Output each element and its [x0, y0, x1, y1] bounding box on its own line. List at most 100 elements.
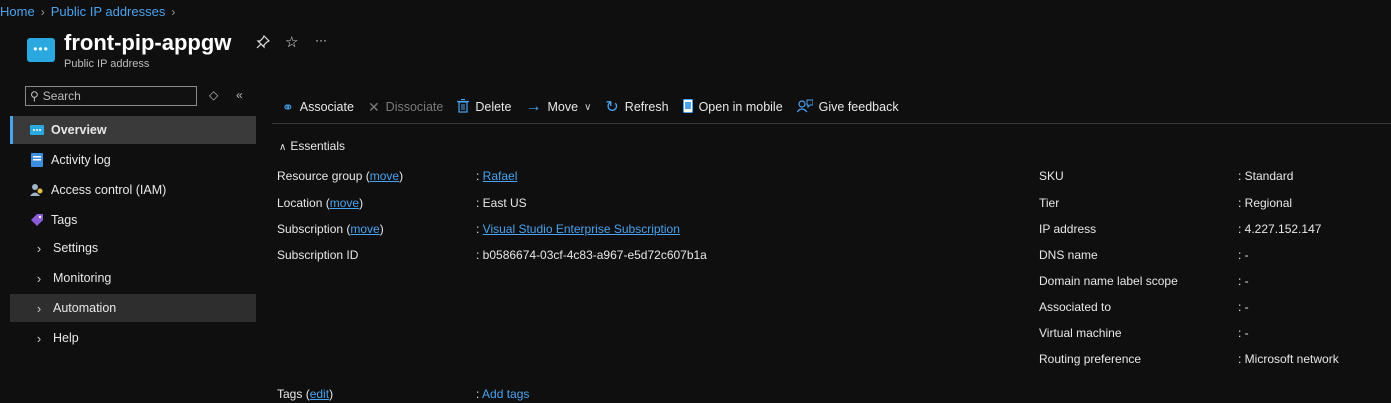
ip-address-label: IP address: [1039, 222, 1097, 236]
delete-button[interactable]: Delete: [457, 98, 512, 116]
sidebar-search[interactable]: ⚲: [25, 86, 197, 106]
chevron-right-icon: ›: [36, 300, 42, 316]
sidebar-item-label: Settings: [53, 241, 99, 255]
give-feedback-label: Give feedback: [818, 100, 899, 114]
resource-group-label: Resource group (move): [277, 169, 404, 183]
associated-to-value: : -: [1238, 300, 1249, 314]
sidebar-item-label: Tags: [51, 213, 78, 227]
sidebar-item-activity-log[interactable]: Activity log: [10, 146, 256, 174]
subscription-link[interactable]: Visual Studio Enterprise Subscription: [483, 222, 680, 236]
dissociate-label: Dissociate: [385, 100, 444, 114]
sidebar-item-label: Access control (IAM): [51, 183, 167, 197]
trash-icon: [457, 98, 470, 116]
tier-text: Regional: [1244, 196, 1293, 210]
routing-preference-value: : Microsoft network: [1238, 352, 1339, 366]
essentials-label: Essentials: [290, 139, 346, 153]
ip-address-text: 4.227.152.147: [1244, 222, 1322, 236]
sidebar-item-help[interactable]: › Help: [10, 324, 256, 352]
search-input[interactable]: [42, 89, 183, 103]
star-icon[interactable]: ☆: [285, 33, 298, 51]
tags-label: Tags (edit): [277, 387, 334, 401]
page-title: front-pip-appgw: [64, 30, 232, 55]
open-in-mobile-button[interactable]: Open in mobile: [682, 98, 783, 116]
resource-group-value: : Rafael: [476, 169, 518, 183]
subscription-label: Subscription (move): [277, 222, 384, 236]
chevron-right-icon: ›: [36, 270, 42, 286]
move-label: Move: [547, 100, 579, 114]
sidebar-nav: Overview Activity log Access control (IA…: [10, 116, 256, 352]
open-in-mobile-label: Open in mobile: [698, 100, 783, 114]
overview-icon: [30, 123, 44, 137]
label-text: Resource group: [277, 169, 363, 183]
move-button[interactable]: → Move ∨: [525, 98, 591, 116]
location-value: : East US: [476, 196, 527, 210]
subscription-id-value: : b0586674-03cf-4c83-a967-e5d72c607b1a: [476, 248, 707, 262]
chevron-down-icon: ∨: [584, 101, 592, 113]
more-options-icon[interactable]: ···: [315, 33, 327, 47]
sidebar-item-label: Activity log: [51, 153, 111, 167]
label-text: Subscription: [277, 222, 344, 236]
ip-address-value: : 4.227.152.147: [1238, 222, 1322, 236]
routing-preference-text: Microsoft network: [1244, 352, 1339, 366]
tag-icon: [30, 213, 44, 227]
label-text: Location: [277, 196, 323, 210]
collapse-sidebar-icon[interactable]: «: [236, 88, 243, 102]
link-icon: ⚭: [282, 98, 294, 115]
add-tags-link[interactable]: Add tags: [482, 387, 529, 401]
resource-group-link[interactable]: Rafael: [483, 169, 518, 183]
pin-icon[interactable]: [256, 34, 271, 53]
associate-button[interactable]: ⚭ Associate: [282, 99, 354, 116]
location-text: East US: [482, 196, 527, 210]
command-bar: ⚭ Associate ✕ Dissociate Delete → Move ∨…: [282, 96, 913, 118]
tier-label: Tier: [1039, 196, 1060, 210]
close-icon: ✕: [367, 98, 380, 115]
domain-name-label-scope-value: : -: [1238, 274, 1249, 288]
sidebar-item-label: Overview: [51, 123, 107, 137]
resource-group-move-link[interactable]: move: [370, 169, 399, 183]
give-feedback-button[interactable]: Give feedback: [796, 99, 899, 116]
dns-name-label: DNS name: [1039, 248, 1098, 262]
sidebar-item-tags[interactable]: Tags: [10, 206, 256, 234]
expand-collapse-icon[interactable]: ◇: [209, 88, 218, 102]
sidebar-item-monitoring[interactable]: › Monitoring: [10, 264, 256, 292]
sidebar-item-automation[interactable]: › Automation: [10, 294, 256, 322]
sku-label: SKU: [1039, 169, 1064, 183]
sku-text: Standard: [1244, 169, 1294, 183]
chevron-right-icon: ›: [36, 240, 42, 256]
chevron-right-icon: ›: [171, 4, 176, 19]
search-icon: ⚲: [30, 89, 39, 103]
location-move-link[interactable]: move: [330, 196, 359, 210]
chevron-right-icon: ›: [40, 4, 45, 19]
refresh-button[interactable]: ↻ Refresh: [605, 97, 668, 117]
divider: [272, 123, 1391, 124]
sidebar-item-settings[interactable]: › Settings: [10, 234, 256, 262]
dissociate-button[interactable]: ✕ Dissociate: [368, 99, 443, 116]
subscription-move-link[interactable]: move: [350, 222, 379, 236]
sidebar-item-access-control[interactable]: Access control (IAM): [10, 176, 256, 204]
label-text: Tags: [277, 387, 303, 401]
associate-label: Associate: [299, 100, 354, 114]
delete-label: Delete: [475, 100, 512, 114]
associated-to-label: Associated to: [1039, 300, 1112, 314]
refresh-icon: ↻: [605, 99, 619, 116]
tier-value: : Regional: [1238, 196, 1293, 210]
activity-log-icon: [30, 153, 44, 167]
associated-to-text: -: [1244, 300, 1249, 314]
sidebar-item-label: Help: [53, 331, 79, 345]
public-ip-resource-icon: •••: [27, 38, 55, 62]
tags-edit-link[interactable]: edit: [310, 387, 329, 401]
dns-name-value: : -: [1238, 248, 1249, 262]
sidebar-item-overview[interactable]: Overview: [10, 116, 256, 144]
virtual-machine-value: : -: [1238, 326, 1249, 340]
subscription-id-text: b0586674-03cf-4c83-a967-e5d72c607b1a: [482, 248, 707, 262]
breadcrumb: Home › Public IP addresses ›: [0, 4, 175, 19]
breadcrumb-home[interactable]: Home: [0, 4, 35, 19]
feedback-icon: [796, 99, 814, 116]
essentials-toggle[interactable]: ∧ Essentials: [279, 139, 345, 153]
subscription-id-label: Subscription ID: [277, 248, 358, 262]
refresh-label: Refresh: [624, 100, 669, 114]
chevron-right-icon: ›: [36, 330, 42, 346]
arrow-right-icon: →: [525, 98, 542, 115]
breadcrumb-public-ip-addresses[interactable]: Public IP addresses: [51, 4, 166, 19]
chevron-up-icon: ∧: [279, 142, 287, 153]
